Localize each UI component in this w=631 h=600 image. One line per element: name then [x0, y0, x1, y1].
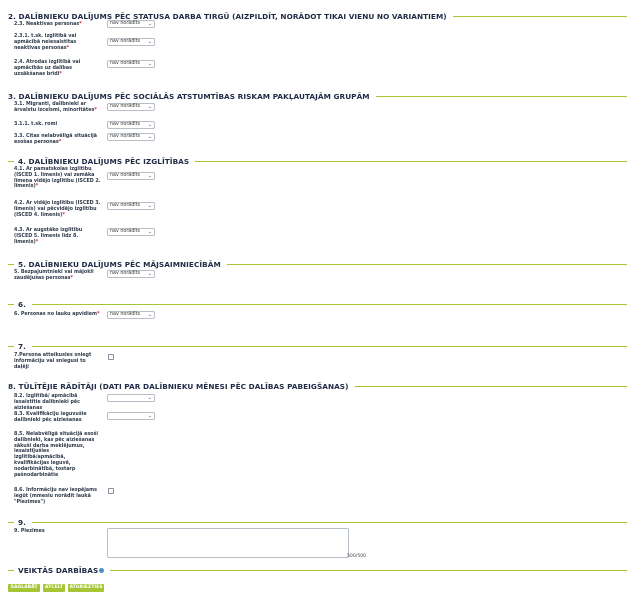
select-2-4[interactable]: nav norādīts ⌄: [107, 60, 155, 68]
select-3-1[interactable]: nav norādīts ⌄: [107, 103, 155, 111]
select-2-3-1[interactable]: nav norādīts ⌄: [107, 38, 155, 46]
cancel-button[interactable]: ATCELT: [43, 584, 65, 592]
section-title: 2. DALĪBNIEKU DALĪJUMS PĒC STATUSA DARBA…: [8, 11, 447, 21]
select-8-3[interactable]: ⌄: [107, 412, 155, 420]
select-2-3[interactable]: nav norādīts ⌄: [107, 20, 155, 28]
section-title: 7.: [18, 341, 26, 351]
divider: [354, 385, 627, 387]
label-4-1: 4.1. Ar pamatskolas izglītību (ISCED 1. …: [14, 167, 101, 190]
label-2-3-1: 2.3.1. t.sk. izglītībā vai apmācībā neie…: [14, 34, 77, 51]
section-title: 4. DALĪBNIEKU DALĪJUMS PĒC IZGLĪTĪBAS: [18, 156, 190, 166]
section-8-header: 8. TŪLĪTĒJIE RĀDĪTĀJI (DATI PAR DALĪBNIE…: [8, 380, 627, 392]
select-5[interactable]: nav norādīts ⌄: [107, 270, 155, 278]
back-button[interactable]: ATGRIEZTIES: [68, 584, 104, 592]
divider: [31, 521, 627, 523]
divider: [31, 345, 627, 347]
label-8-3: 8.3. Kvalifikāciju ieguvušie dalībnieki …: [14, 412, 87, 423]
select-6[interactable]: nav norādīts ⌄: [107, 311, 155, 319]
chevron-down-icon: ⌄: [147, 104, 152, 110]
section-2-header: 2. DALĪBNIEKU DALĪJUMS PĒC STATUSA DARBA…: [8, 10, 627, 22]
chevron-down-icon: ⌄: [147, 21, 152, 27]
chevron-down-icon: ⌄: [147, 39, 152, 45]
actions-header: VEIKTĀS DARBĪBAS: [8, 564, 627, 576]
label-2-3: 2.3. Neaktīvas personas*: [14, 22, 82, 27]
divider: [110, 569, 627, 571]
label-6: 6. Personas no lauku apvidiem*: [14, 312, 100, 317]
label-8-5: 8.5. Nelabvēlīgā situācijā esoši dalībni…: [14, 432, 98, 478]
divider: [8, 569, 14, 571]
select-3-3[interactable]: nav norādīts ⌄: [107, 133, 155, 141]
chevron-down-icon: ⌄: [147, 203, 152, 209]
checkbox-8-6[interactable]: [108, 488, 114, 494]
chevron-down-icon: ⌄: [147, 61, 152, 67]
select-4-1[interactable]: nav norādīts ⌄: [107, 172, 155, 180]
label-3-3: 3.3. Citas nelabvēlīgā situācijā esošas …: [14, 134, 98, 145]
section-title: 6.: [18, 299, 26, 309]
divider: [226, 263, 627, 265]
section-title: VEIKTĀS DARBĪBAS: [18, 566, 110, 575]
section-title: 8. TŪLĪTĒJIE RĀDĪTĀJI (DATI PAR DALĪBNIE…: [8, 381, 349, 391]
divider: [195, 160, 627, 162]
chevron-down-icon: ⌄: [147, 395, 152, 401]
char-counter: 500/500: [347, 554, 367, 559]
section-9-header: 9.: [8, 516, 627, 528]
section-3-header: 3. DALĪBNIEKU DALĪJUMS PĒC SOCIĀLĀS ATST…: [8, 90, 627, 102]
label-4-2: 4.2. Ar vidējo izglītību (ISCED 3. līmen…: [14, 201, 101, 218]
section-7-header: 7.: [8, 340, 627, 352]
select-4-3[interactable]: nav norādīts ⌄: [107, 228, 155, 236]
label-3-1-1: 3.1.1. t.sk. romi: [14, 122, 58, 127]
divider: [452, 15, 627, 17]
chevron-down-icon: ⌄: [147, 413, 152, 419]
divider: [8, 263, 14, 265]
section-title: 5. DALĪBNIEKU DALĪJUMS PĒC MĀJSAIMNIECĪB…: [18, 259, 221, 269]
section-title: 9.: [18, 517, 26, 527]
label-5: 5. Bezpajumtnieki vai mājokli zaudējušas…: [14, 270, 94, 281]
section-5-header: 5. DALĪBNIEKU DALĪJUMS PĒC MĀJSAIMNIECĪB…: [8, 258, 627, 270]
chevron-down-icon: ⌄: [147, 229, 152, 235]
divider: [8, 345, 14, 347]
label-2-4: 2.4. Atrodas izglītībā vai apmācībās uz …: [14, 60, 81, 77]
select-3-1-1[interactable]: nav norādīts ⌄: [107, 121, 155, 129]
divider: [8, 521, 14, 523]
select-8-2[interactable]: ⌄: [107, 394, 155, 402]
notes-textarea[interactable]: [107, 528, 349, 558]
checkbox-7[interactable]: [108, 354, 114, 360]
section-4-header: 4. DALĪBNIEKU DALĪJUMS PĒC IZGLĪTĪBAS: [8, 155, 627, 167]
chevron-down-icon: ⌄: [147, 271, 152, 277]
chevron-down-icon: ⌄: [147, 134, 152, 140]
chevron-down-icon: ⌄: [147, 173, 152, 179]
save-button[interactable]: SAGLABĀT: [8, 584, 40, 592]
select-4-2[interactable]: nav norādīts ⌄: [107, 202, 155, 210]
label-3-1: 3.1. Migranti, dalībnieki ar ārvalstu iz…: [14, 102, 97, 113]
divider: [31, 303, 627, 305]
label-4-3: 4.3. Ar augstāko izglītību (ISCED 5. līm…: [14, 228, 83, 245]
label-7: 7.Persona atteikusies sniegt informāciju…: [14, 353, 92, 370]
label-8-2: 8.2. Izglītībā/ apmācībā iesaistītie dal…: [14, 394, 81, 411]
section-6-header: 6.: [8, 298, 627, 310]
divider: [375, 95, 627, 97]
chevron-down-icon: ⌄: [147, 122, 152, 128]
divider: [8, 160, 14, 162]
label-9: 9. Piezīmes: [14, 529, 45, 534]
section-title: 3. DALĪBNIEKU DALĪJUMS PĒC SOCIĀLĀS ATST…: [8, 91, 370, 101]
info-icon[interactable]: [99, 568, 105, 573]
chevron-down-icon: ⌄: [147, 312, 152, 318]
divider: [8, 303, 14, 305]
label-8-6: 8.6. Informāciju nav iespējams iegūt (mm…: [14, 488, 98, 505]
